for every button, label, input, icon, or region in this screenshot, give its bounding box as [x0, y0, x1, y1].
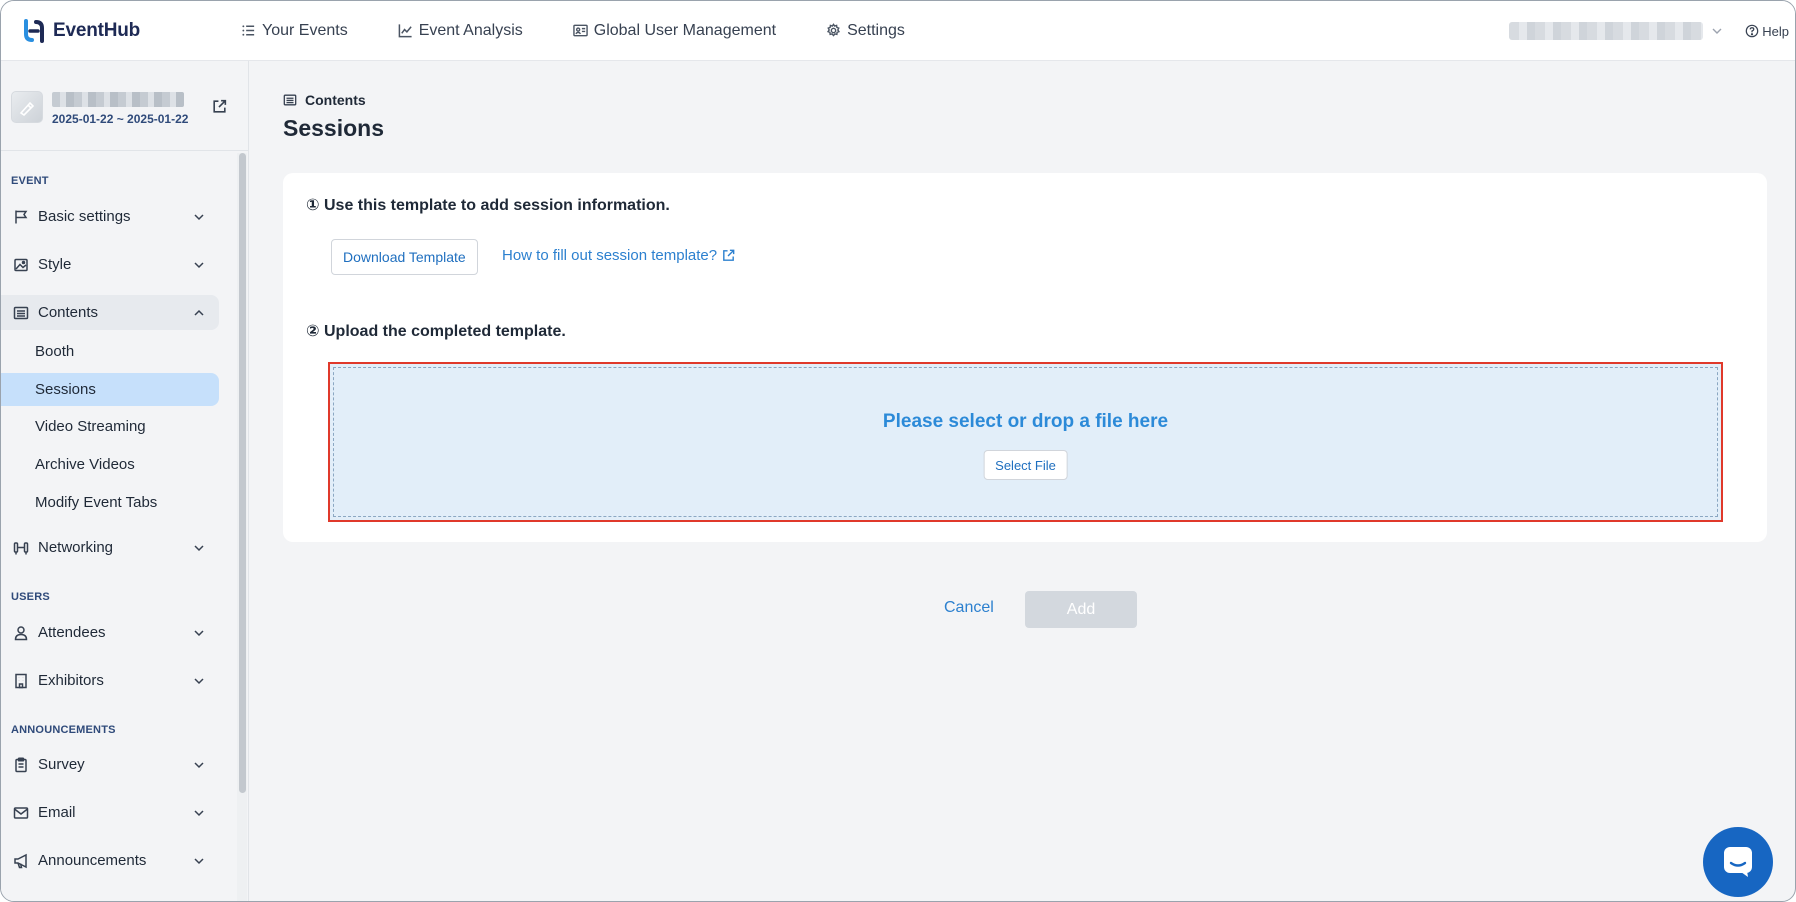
eventhub-logo-icon — [24, 18, 44, 43]
image-icon — [14, 258, 28, 271]
add-button[interactable]: Add — [1025, 591, 1137, 628]
sidebar-subitem-modify-event-tabs[interactable]: Modify Event Tabs — [1, 486, 219, 519]
download-template-button[interactable]: Download Template — [331, 239, 478, 275]
section-label-users: USERS — [11, 591, 50, 603]
event-thumbnail — [11, 91, 43, 123]
sidebar-item-label: Attendees — [38, 624, 106, 641]
breadcrumb-label: Contents — [305, 92, 366, 108]
how-to-fill-template-link[interactable]: How to fill out session template? — [502, 247, 736, 264]
nav-right: Help — [1509, 1, 1795, 61]
help-label: Help — [1762, 23, 1789, 39]
help-link[interactable]: Help — [1745, 24, 1789, 39]
event-thumbnail-icon — [19, 101, 35, 116]
flag-icon — [15, 210, 28, 223]
sidebar-item-label: Contents — [38, 304, 99, 321]
nav-global-user-management[interactable]: Global User Management — [572, 21, 777, 40]
sidebar-item-announcements[interactable]: Announcements — [1, 843, 219, 878]
nav-event-analysis[interactable]: Event Analysis — [398, 22, 523, 40]
chevron-down-icon[interactable] — [1711, 25, 1723, 37]
list-box-icon — [13, 306, 29, 319]
nav-label: Your Events — [262, 21, 348, 39]
chevron-down-icon — [194, 857, 204, 864]
cancel-button[interactable]: Cancel — [944, 599, 994, 617]
sidebar-item-label: Email — [38, 804, 76, 821]
step-1-heading: ① Use this template to add session infor… — [306, 197, 670, 214]
sidebar-item-networking[interactable]: Networking — [1, 530, 219, 565]
event-date-range: 2025-01-22 ~ 2025-01-22 — [52, 112, 189, 126]
sidebar-item-exhibitors[interactable]: Exhibitors — [1, 663, 219, 698]
event-name-redacted — [52, 92, 184, 107]
event-header: 2025-01-22 ~ 2025-01-22 — [1, 61, 248, 151]
list-box-icon — [283, 94, 297, 106]
upload-card: ① Use this template to add session infor… — [283, 173, 1767, 542]
sidebar-item-basic-settings[interactable]: Basic settings — [1, 199, 219, 234]
building-icon — [15, 673, 27, 688]
file-dropzone[interactable]: Please select or drop a file here Select… — [328, 362, 1723, 522]
id-card-icon — [572, 24, 588, 37]
chevron-down-icon — [194, 677, 204, 684]
sidebar-subitem-video-streaming[interactable]: Video Streaming — [1, 410, 219, 443]
breadcrumb: Contents — [283, 92, 366, 108]
sidebar-item-label: Networking — [38, 539, 114, 556]
chevron-down-icon — [194, 544, 204, 551]
nav-label: Settings — [847, 21, 905, 39]
user-menu-name-redacted[interactable] — [1509, 22, 1704, 40]
chevron-down-icon — [194, 809, 204, 816]
nav-label: Global User Management — [593, 21, 777, 39]
chevron-up-icon — [194, 309, 204, 316]
megaphone-icon — [14, 853, 27, 868]
sidebar-item-label: Survey — [38, 756, 85, 773]
list-icon — [242, 25, 255, 36]
chevron-down-icon — [194, 629, 204, 636]
sidebar-subitem-booth[interactable]: Booth — [1, 335, 219, 368]
dropzone-instruction: Please select or drop a file here — [882, 411, 1169, 432]
user-icon — [14, 625, 28, 640]
sidebar-item-label: Basic settings — [38, 208, 131, 225]
sidebar-item-label: Exhibitors — [38, 672, 104, 689]
sidebar: 2025-01-22 ~ 2025-01-22 EVENT Basic sett… — [1, 61, 249, 901]
page-title: Sessions — [283, 115, 384, 141]
dropzone-dashed-border — [333, 367, 1718, 517]
nav-settings[interactable]: Settings — [826, 22, 905, 40]
app-window: EventHub Your Events Event Analysis Glob… — [0, 0, 1796, 902]
chevron-down-icon — [194, 761, 204, 768]
logo-text: EventHub — [53, 19, 141, 41]
gear-icon — [827, 23, 841, 37]
chevron-down-icon — [194, 213, 204, 220]
external-link-icon[interactable] — [211, 98, 228, 115]
chat-icon — [1724, 847, 1752, 877]
logo[interactable]: EventHub — [21, 18, 199, 44]
sidebar-item-contents[interactable]: Contents — [1, 295, 219, 330]
step-2-heading: ② Upload the completed template. — [306, 323, 566, 340]
networking-icon — [13, 541, 29, 554]
sidebar-subitem-sessions[interactable]: Sessions — [1, 373, 219, 406]
nav-label: Event Analysis — [418, 21, 523, 39]
select-file-button[interactable]: Select File — [983, 450, 1068, 480]
how-to-link-label: How to fill out session template? — [502, 247, 718, 264]
sidebar-subitem-archive-videos[interactable]: Archive Videos — [1, 448, 219, 481]
sidebar-item-label: Style — [38, 256, 72, 273]
nav-your-events[interactable]: Your Events — [241, 22, 348, 40]
top-navigation: EventHub Your Events Event Analysis Glob… — [1, 1, 1795, 61]
chat-support-button[interactable] — [1703, 827, 1773, 897]
external-link-icon — [723, 249, 735, 261]
clipboard-icon — [15, 756, 27, 772]
section-label-announcements: ANNOUNCEMENTS — [11, 724, 116, 736]
sidebar-item-email[interactable]: Email — [1, 795, 219, 830]
sidebar-item-style[interactable]: Style — [1, 247, 219, 282]
mail-icon — [13, 806, 29, 819]
sidebar-scrollbar-thumb[interactable] — [239, 153, 246, 793]
sidebar-item-survey[interactable]: Survey — [1, 747, 219, 782]
sidebar-item-attendees[interactable]: Attendees — [1, 615, 219, 650]
question-circle-icon — [1745, 24, 1759, 38]
sidebar-item-label: Announcements — [38, 852, 147, 869]
chevron-down-icon — [194, 261, 204, 268]
chart-line-icon — [398, 24, 412, 38]
main-nav: Your Events Event Analysis Global User M… — [241, 22, 955, 40]
section-label-event: EVENT — [11, 175, 49, 187]
